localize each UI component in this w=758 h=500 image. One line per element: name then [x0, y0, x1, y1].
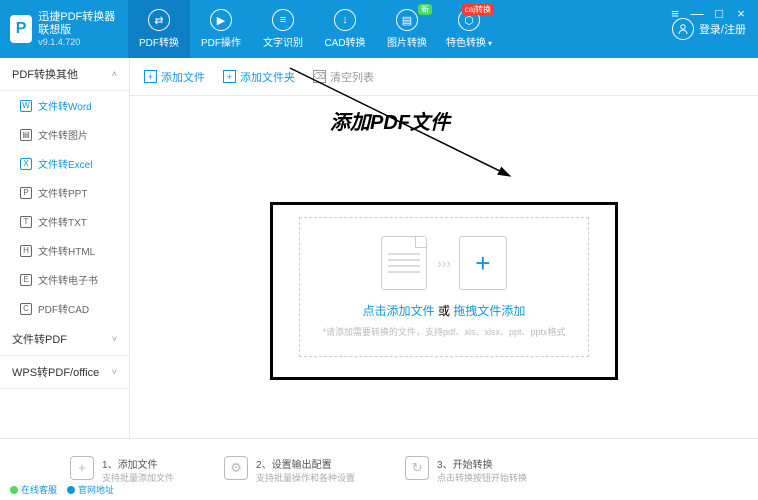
header: P 迅捷PDF转换器 联想版 v9.1.4.720 ⇄PDF转换 ▶PDF操作 … — [0, 0, 758, 58]
file-icon: ▤ — [20, 129, 32, 141]
chevron-up-icon: ˄ — [112, 69, 117, 79]
app-logo-icon: P — [10, 15, 32, 43]
chevron-down-icon: ▾ — [488, 39, 492, 48]
drop-text: 点击添加文件 或 拖拽文件添加 — [322, 302, 565, 319]
settings-step-icon: ⚙ — [224, 456, 248, 480]
sidebar-item-image[interactable]: ▤文件转图片 — [0, 120, 129, 149]
plus-folder-icon: + — [223, 70, 236, 83]
drop-box[interactable]: › › › + 点击添加文件 或 拖拽文件添加 *请添加需要转换的文件，支持pd… — [270, 202, 617, 380]
convert-icon: ⇄ — [148, 9, 170, 31]
sidebar-item-word[interactable]: W文件转Word — [0, 91, 129, 120]
maximize-button[interactable]: □ — [712, 6, 726, 21]
user-icon — [672, 18, 694, 40]
arrows-icon: › › › — [437, 255, 449, 271]
footer: +1、添加文件支持批量添加文件 ⚙2、设置输出配置支持批量操作和各种设置 ↻3、… — [0, 438, 758, 500]
sidebar: PDF转换其他˄ W文件转Word ▤文件转图片 X文件转Excel P文件转P… — [0, 58, 130, 438]
drop-area: 添加PDF文件 › › › + 点击添加文件 或 拖拽文件添加 *请添加需要转换… — [130, 96, 758, 438]
footer-links: 在线客服 官网地址 — [10, 483, 114, 496]
minimize-button[interactable]: — — [690, 6, 704, 21]
drop-hint: *请添加需要转换的文件，支持pdf、xls、xlsx、ppt、pptx格式 — [322, 325, 565, 338]
toolbar: +添加文件 +添加文件夹 ⌫清空列表 — [130, 58, 758, 96]
website-link[interactable]: 官网地址 — [67, 483, 114, 496]
cad-icon: ↓ — [334, 9, 356, 31]
sidebar-item-ppt[interactable]: P文件转PPT — [0, 178, 129, 207]
add-file-step-icon: + — [70, 456, 94, 480]
ocr-icon: ≡ — [272, 9, 294, 31]
plus-file-icon: + — [144, 70, 157, 83]
app-version: v9.1.4.720 — [38, 37, 128, 47]
sidebar-group-pdf-other[interactable]: PDF转换其他˄ — [0, 58, 129, 91]
file-icon: C — [20, 303, 32, 315]
click-add-link[interactable]: 点击添加文件 — [363, 304, 435, 318]
window-controls: ≡ — □ × — [668, 6, 748, 21]
file-icon: W — [20, 100, 32, 112]
sidebar-item-cad[interactable]: CPDF转CAD — [0, 294, 129, 323]
step-3: ↻3、开始转换点击转换按钮开始转换 — [405, 456, 527, 484]
document-icon — [381, 236, 427, 290]
trash-icon: ⌫ — [313, 70, 326, 83]
new-badge: 新 — [418, 4, 432, 15]
add-file-button[interactable]: +添加文件 — [144, 69, 205, 85]
caj-badge: caj转换 — [462, 4, 494, 15]
nav-tab-pdf-convert[interactable]: ⇄PDF转换 — [128, 0, 190, 58]
image-icon: ▤ — [396, 9, 418, 31]
step-2: ⚙2、设置输出配置支持批量操作和各种设置 — [224, 456, 355, 484]
sidebar-item-txt[interactable]: T文件转TXT — [0, 207, 129, 236]
sidebar-item-ebook[interactable]: E文件转电子书 — [0, 265, 129, 294]
logo-area: P 迅捷PDF转换器 联想版 v9.1.4.720 — [0, 11, 128, 47]
nav-tab-image[interactable]: 新▤图片转换 — [376, 0, 438, 58]
sidebar-group-to-pdf[interactable]: 文件转PDF˅ — [0, 323, 129, 356]
steps: +1、添加文件支持批量添加文件 ⚙2、设置输出配置支持批量操作和各种设置 ↻3、… — [70, 456, 527, 484]
sidebar-item-html[interactable]: H文件转HTML — [0, 236, 129, 265]
file-icon: E — [20, 274, 32, 286]
annotation-text: 添加PDF文件 — [330, 106, 450, 135]
user-area: 登录/注册 — [672, 18, 758, 40]
chevron-down-icon: ˅ — [112, 334, 117, 344]
app-name: 迅捷PDF转换器 联想版 — [38, 11, 128, 37]
file-icon: X — [20, 158, 32, 170]
status-dot-icon — [10, 486, 18, 494]
menu-button[interactable]: ≡ — [668, 6, 682, 21]
clear-list-button[interactable]: ⌫清空列表 — [313, 69, 374, 85]
add-folder-button[interactable]: +添加文件夹 — [223, 69, 295, 85]
globe-icon — [67, 486, 75, 494]
nav-tabs: ⇄PDF转换 ▶PDF操作 ≡文字识别 ↓CAD转换 新▤图片转换 caj转换⬡… — [128, 0, 672, 58]
sidebar-item-excel[interactable]: X文件转Excel — [0, 149, 129, 178]
file-icon: T — [20, 216, 32, 228]
chevron-down-icon: ˅ — [112, 367, 117, 377]
step-1: +1、添加文件支持批量添加文件 — [70, 456, 174, 484]
operate-icon: ▶ — [210, 9, 232, 31]
nav-tab-ocr[interactable]: ≡文字识别 — [252, 0, 314, 58]
convert-step-icon: ↻ — [405, 456, 429, 480]
nav-tab-cad[interactable]: ↓CAD转换 — [314, 0, 376, 58]
support-link[interactable]: 在线客服 — [10, 483, 57, 496]
file-icon: P — [20, 187, 32, 199]
plus-icon: + — [459, 236, 507, 290]
sidebar-group-wps[interactable]: WPS转PDF/office˅ — [0, 356, 129, 389]
login-button[interactable]: 登录/注册 — [672, 18, 746, 40]
nav-tab-pdf-operate[interactable]: ▶PDF操作 — [190, 0, 252, 58]
drop-icons: › › › + — [322, 236, 565, 290]
nav-tab-special[interactable]: caj转换⬡特色转换▾ — [438, 0, 500, 58]
drag-add-link[interactable]: 拖拽文件添加 — [453, 304, 525, 318]
close-button[interactable]: × — [734, 6, 748, 21]
file-icon: H — [20, 245, 32, 257]
main-content: +添加文件 +添加文件夹 ⌫清空列表 添加PDF文件 › › › + 点击添加文… — [130, 58, 758, 438]
